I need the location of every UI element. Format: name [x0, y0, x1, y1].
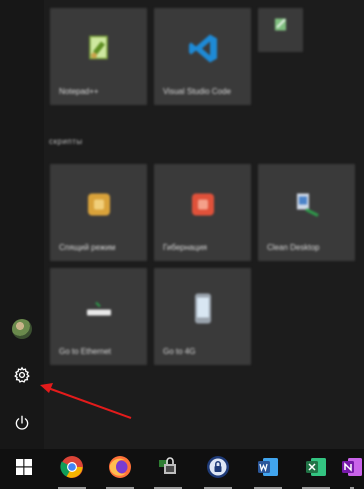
tile-small-app[interactable] [258, 8, 303, 52]
padlock-icon [206, 455, 230, 484]
hibernate-script-icon [190, 191, 216, 222]
phone-icon [192, 292, 214, 329]
taskbar-word[interactable] [244, 449, 292, 489]
gear-icon [13, 366, 31, 389]
firefox-icon [108, 455, 132, 484]
tile-label: Visual Studio Code [163, 87, 231, 96]
tile-area: Notepad++ Visual Studio Code Скрипты [0, 0, 364, 449]
tile-hibernate[interactable]: Гибернация [154, 164, 251, 261]
tile-label: Гибернация [163, 243, 207, 252]
settings-button[interactable] [0, 357, 44, 397]
taskbar-lock-app[interactable] [194, 449, 242, 489]
tile-clean-desktop[interactable]: Clean Desktop [258, 164, 355, 261]
tile-label: Clean Desktop [267, 243, 320, 252]
network-lock-icon [156, 455, 180, 484]
word-icon [256, 455, 280, 484]
tile-sleep-mode[interactable]: Спящий режим [50, 164, 147, 261]
tile-go-to-4g[interactable]: Go to 4G [154, 268, 251, 365]
tile-visual-studio-code[interactable]: Visual Studio Code [154, 8, 251, 105]
power-button[interactable] [0, 405, 44, 445]
power-icon [13, 414, 31, 437]
taskbar-onenote[interactable] [340, 449, 364, 489]
taskbar-chrome[interactable] [48, 449, 96, 489]
vscode-icon [186, 31, 220, 70]
app-icon [271, 15, 291, 40]
tile-notepad-plus-plus[interactable]: Notepad++ [50, 8, 147, 105]
excel-icon [304, 455, 328, 484]
onenote-icon [340, 455, 364, 484]
start-menu: Notepad++ Visual Studio Code Скрипты [0, 0, 364, 449]
tile-label: Go to Ethernet [59, 347, 112, 356]
start-side-rail [0, 0, 44, 449]
start-button[interactable] [0, 449, 48, 489]
notepad-plus-plus-icon [84, 33, 114, 68]
tile-label: Спящий режим [59, 243, 116, 252]
taskbar [0, 449, 364, 489]
user-avatar [12, 319, 32, 339]
chrome-icon [60, 455, 84, 484]
sleep-script-icon [86, 191, 112, 222]
windows-logo-icon [16, 458, 32, 480]
ethernet-icon [84, 296, 114, 325]
user-account-button[interactable] [0, 309, 44, 349]
taskbar-vpn-lock[interactable] [144, 449, 192, 489]
tile-label: Go to 4G [163, 347, 196, 356]
clean-desktop-icon [292, 189, 322, 224]
taskbar-excel[interactable] [292, 449, 340, 489]
taskbar-firefox[interactable] [96, 449, 144, 489]
tile-label: Notepad++ [59, 87, 99, 96]
tile-group-label: Скрипты [49, 137, 83, 146]
tile-go-to-ethernet[interactable]: Go to Ethernet [50, 268, 147, 365]
